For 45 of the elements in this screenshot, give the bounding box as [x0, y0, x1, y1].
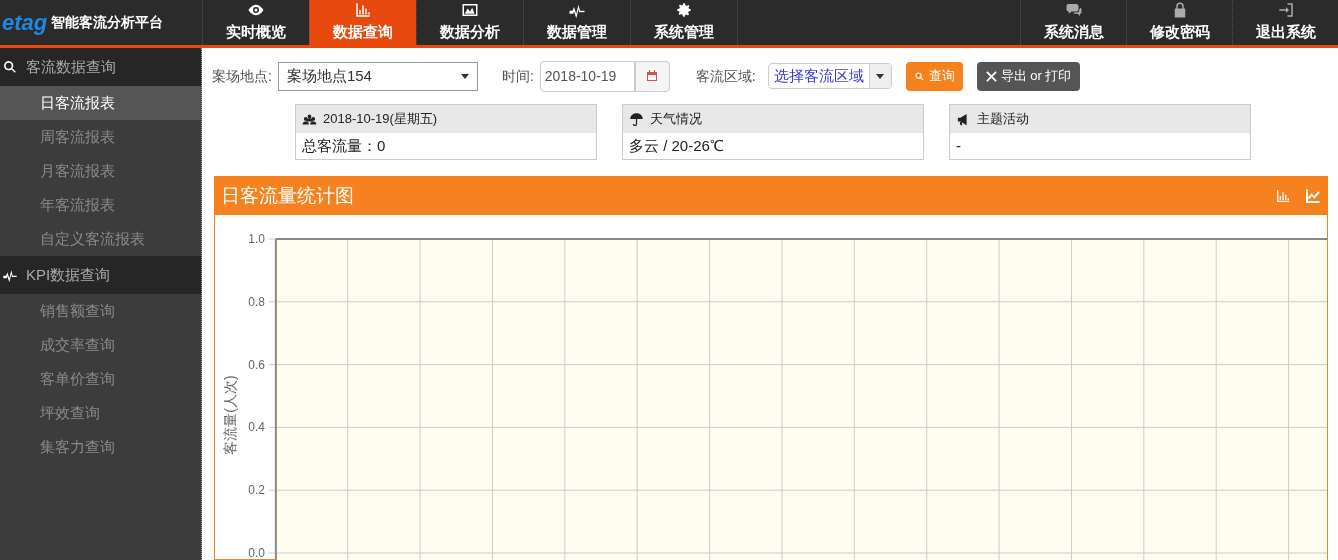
field-label: 时间: — [501, 66, 534, 86]
y-axis-title: 客流量(人次) — [222, 375, 238, 455]
app-title: 智能客流分析平台 — [51, 13, 164, 32]
nav-tab[interactable]: 系统消息 — [1020, 0, 1126, 45]
caret-icon — [876, 73, 885, 79]
card-value: 多云 / 20-26℃ — [628, 135, 725, 156]
chart-title: 日客流量统计图 — [221, 183, 354, 208]
y-tick-label: 0.8 — [248, 294, 265, 309]
card-title: 天气情况 — [650, 110, 702, 129]
umbrella-icon — [629, 111, 644, 127]
bar-chart-icon — [354, 1, 372, 20]
y-tick-label: 1.0 — [248, 232, 265, 246]
site-select[interactable]: 案场地点154 — [277, 61, 478, 91]
gear-icon — [675, 1, 693, 20]
nav-tab[interactable]: 修改密码 — [1126, 0, 1232, 45]
y-tick-label: 0.0 — [248, 546, 265, 560]
card-title: 2018-10-19(星期五) — [323, 110, 438, 129]
export-button[interactable]: 导出 or 打印 — [976, 61, 1081, 91]
bar-chart-icon — [1275, 188, 1291, 204]
search-icon — [913, 70, 925, 82]
calendar-button[interactable] — [634, 60, 670, 92]
sidebar-group[interactable]: KPI数据查询 — [0, 256, 201, 294]
nav-tab[interactable]: 退出系统 — [1232, 0, 1338, 45]
nav-tab[interactable]: 数据管理 — [523, 0, 630, 45]
field-label: 案场地点: — [212, 66, 272, 86]
exit-icon — [1276, 1, 1295, 20]
calendar-icon — [646, 70, 659, 82]
nav-tab[interactable]: 系统管理 — [630, 0, 737, 45]
date-field[interactable]: 2018-10-19 — [539, 60, 635, 92]
nav-tab[interactable]: 数据查询 — [309, 0, 416, 45]
line-chart-icon — [1305, 188, 1321, 204]
nav-tab[interactable]: 数据分析 — [416, 0, 523, 45]
y-tick-label: 0.2 — [248, 483, 265, 498]
card-title: 主题活动 — [977, 110, 1029, 129]
area-select[interactable]: 选择客流区域 — [767, 63, 892, 89]
search-icon — [2, 59, 18, 75]
caret-icon — [460, 73, 469, 79]
sidebar-group[interactable]: 客流数据查询 — [0, 48, 201, 86]
card-value: - — [955, 135, 962, 156]
y-tick-label: 0.6 — [248, 357, 265, 372]
sidebar-item[interactable]: 日客流报表 — [0, 86, 201, 120]
y-tick-label: 0.4 — [248, 420, 265, 435]
card-value: 总客流量：0 — [301, 135, 387, 156]
field-label: 客流区域: — [695, 66, 756, 86]
logo: etag — [2, 9, 48, 37]
